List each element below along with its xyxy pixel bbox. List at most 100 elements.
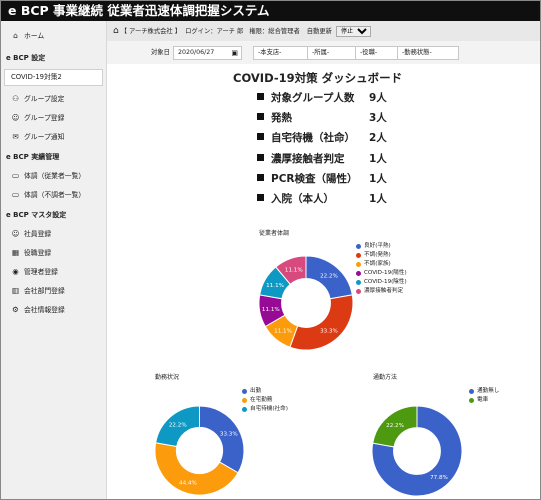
chart-title-work-status: 勤務状況 [155, 374, 180, 381]
headquarters-select[interactable]: -本支店- [253, 46, 311, 60]
auto-update-label: 自動更新 [306, 28, 332, 35]
sidebar-item-admin-register[interactable]: ◉ 管理者登録 [1, 262, 106, 281]
sidebar-item-label: ホーム [24, 32, 45, 40]
summary-value: 3人 [369, 112, 387, 125]
user-add-icon: ☺ [11, 229, 20, 238]
legend-label: 電車 [477, 397, 489, 403]
home-icon[interactable]: ⌂ [113, 26, 119, 36]
data-label: 44.4% [179, 480, 197, 486]
sidebar-section-settings: e BCP 設定 [6, 54, 46, 62]
summary-label: 入院（本人） [271, 192, 334, 205]
legend-item[interactable]: 不調(発熱) [356, 251, 416, 260]
sidebar-item-condition-unwell[interactable]: ▭ 体調（不調者一覧） [1, 185, 106, 204]
summary-value: 9人 [369, 92, 387, 104]
sidebar-item-label: 体調（従業者一覧） [24, 172, 86, 180]
summary-value: 1人 [369, 172, 387, 185]
data-label: 11.1% [274, 328, 292, 334]
data-label: 22.2% [320, 274, 338, 280]
legend-item[interactable]: 電車 [469, 396, 519, 405]
summary-item: 濃厚接触者判定 1人 [257, 151, 417, 171]
sidebar-item-group-settings[interactable]: ⚇ グループ設定 [1, 89, 106, 108]
legend-label: 濃厚接触者判定 [364, 288, 404, 294]
chart-title-commute: 通勤方法 [373, 374, 398, 381]
sidebar-item-position-register[interactable]: ▦ 役職登録 [1, 243, 106, 262]
chart-title-condition: 従業者体調 [259, 230, 290, 237]
sidebar-item-label: 会社部門登録 [24, 287, 65, 295]
legend-swatch [469, 397, 474, 403]
legend-swatch [356, 288, 361, 294]
legend-item[interactable]: 通勤無し [469, 387, 519, 396]
sidebar-item-label: 管理者登録 [24, 268, 58, 276]
condition-legend: 良好(平熱) 不調(発熱) 不調(家族) COVID-19(陽性) COVID-19(陰… [356, 242, 416, 296]
commute-donut-chart: 77.8% 22.2% [371, 405, 463, 497]
legend-swatch [356, 279, 361, 285]
user-add-icon: ☺ [11, 113, 20, 122]
legend-item[interactable]: 良好(平熱) [356, 242, 416, 251]
sidebar-item-group-register[interactable]: ☺ グループ登録 [1, 108, 106, 127]
date-input[interactable]: 2020/06/27 ▣ [173, 46, 242, 60]
sidebar-item-label: COVID-19対策2 [11, 73, 62, 81]
sidebar-item-home[interactable]: ⌂ ホーム [1, 26, 106, 45]
legend-item[interactable]: 不調(家族) [356, 260, 416, 269]
sidebar-item-company-register[interactable]: ⚙ 会社情報登録 [1, 300, 106, 319]
bullet-icon [257, 193, 264, 201]
summary-label: 発熱 [271, 112, 292, 125]
calendar-icon[interactable]: ▣ [231, 47, 238, 59]
legend-label: 自宅待機(社命) [250, 406, 288, 412]
gear-icon: ⚙ [12, 305, 19, 314]
legend-swatch [242, 388, 247, 394]
legend-item[interactable]: COVID-19(陰性) [356, 278, 416, 287]
sidebar-item-label: グループ登録 [24, 114, 65, 122]
sidebar-item-label: 体調（不調者一覧） [24, 191, 86, 199]
pie-slice [289, 294, 354, 351]
data-label: 11.1% [266, 283, 284, 289]
work-status-legend: 出勤在宅勤務 自宅待機(社命) [242, 387, 292, 414]
bullet-icon [257, 133, 264, 141]
data-label: 22.2% [386, 423, 404, 429]
legend-swatch [242, 397, 247, 403]
bullet-icon [257, 173, 264, 181]
monitor-icon: ▭ [11, 190, 20, 199]
mail-icon: ✉ [12, 132, 19, 141]
app-title: e BCP 事業継続 従業者迅速体調把握システム [1, 1, 540, 21]
position-value: -役職- [360, 49, 378, 56]
bullet-icon [257, 113, 264, 121]
summary-item: 発熱 3人 [257, 110, 417, 130]
sidebar-item-label: グループ通知 [24, 133, 65, 141]
legend-label: 不調(家族) [364, 261, 391, 267]
pie-slice [199, 405, 245, 474]
grid-icon: ▦ [11, 248, 20, 257]
legend-label: 通勤無し [477, 388, 500, 394]
legend-item[interactable]: 出勤 [242, 387, 292, 396]
legend-item[interactable]: 在宅勤務 [242, 396, 292, 405]
work-status-value: -勤務状態- [402, 49, 432, 56]
auto-update-select[interactable]: 停止 [335, 25, 371, 37]
sidebar-item-label: 社員登録 [24, 230, 52, 238]
sidebar-item-condition-employees[interactable]: ▭ 体調（従業者一覧） [1, 166, 106, 185]
legend-swatch [356, 243, 361, 249]
legend-label: 出勤 [250, 388, 262, 394]
sidebar-item-label: 役職登録 [24, 249, 52, 257]
summary-value: 1人 [369, 192, 387, 205]
summary-value: 2人 [369, 132, 387, 145]
status-bar: ⌂ 【 アーチ株式会社 】 ログイン：アーチ 郎 権限：総合管理者 自動更新 停… [107, 21, 540, 41]
sidebar-item-covid19-2[interactable]: COVID-19対策2 [4, 69, 103, 86]
sidebar-item-group-notify[interactable]: ✉ グループ通知 [1, 127, 106, 146]
sidebar-item-employee-register[interactable]: ☺ 社員登録 [1, 224, 106, 243]
legend-item[interactable]: 濃厚接触者判定 [356, 287, 416, 296]
building-icon: ▥ [11, 286, 20, 295]
group-icon: ⚇ [12, 94, 19, 103]
legend-item[interactable]: COVID-19(陽性) [356, 269, 416, 278]
data-label: 33.3% [320, 328, 338, 334]
sidebar: ⌂ ホーム e BCP 設定 COVID-19対策2 ⚇ グループ設定 ☺ グループ登… [1, 21, 107, 499]
sidebar-item-label: 会社情報登録 [24, 306, 65, 314]
summary-item: 対象グループ人数 9人 [257, 90, 417, 110]
summary-label: PCR検査（陽性） [271, 172, 358, 185]
sidebar-item-department-register[interactable]: ▥ 会社部門登録 [1, 281, 106, 300]
bullet-icon [257, 153, 264, 161]
legend-item[interactable]: 自宅待機(社命) [242, 405, 292, 414]
app-window: e BCP 事業継続 従業者迅速体調把握システム ⌂ ホーム e BCP 設定 C… [0, 0, 541, 500]
work-status-select[interactable]: -勤務状態- [397, 46, 459, 60]
legend-swatch [356, 270, 361, 276]
legend-label: 不調(発熱) [364, 252, 391, 258]
